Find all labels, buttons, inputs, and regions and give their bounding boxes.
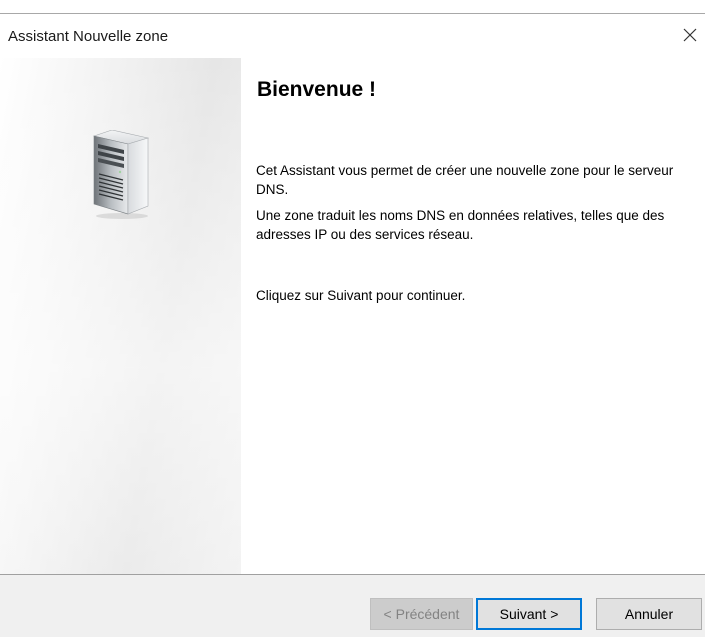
description-text: Cet Assistant vous permet de créer une n… xyxy=(256,163,674,197)
window-title: Assistant Nouvelle zone xyxy=(8,28,169,45)
button-bar: < Précédent Suivant > Annuler xyxy=(0,575,705,637)
page-heading: Bienvenue ! xyxy=(257,78,377,101)
zone-explanation-text: Une zone traduit les noms DNS en données… xyxy=(256,208,665,242)
close-button[interactable] xyxy=(675,20,705,50)
server-tower-icon xyxy=(92,130,150,219)
cancel-button[interactable]: Annuler xyxy=(596,598,702,630)
next-button[interactable]: Suivant > xyxy=(476,598,582,630)
wizard-side-banner xyxy=(0,58,241,574)
title-bar[interactable]: Assistant Nouvelle zone xyxy=(0,14,705,58)
wizard-content: Bienvenue ! Cet Assistant vous permet de… xyxy=(241,58,705,574)
previous-button[interactable]: < Précédent xyxy=(370,598,473,630)
close-icon xyxy=(683,28,697,42)
instruction-text: Cliquez sur Suivant pour continuer. xyxy=(256,288,466,303)
wizard-window: Assistant Nouvelle zone Bienvenue ! Cet … xyxy=(0,0,705,637)
